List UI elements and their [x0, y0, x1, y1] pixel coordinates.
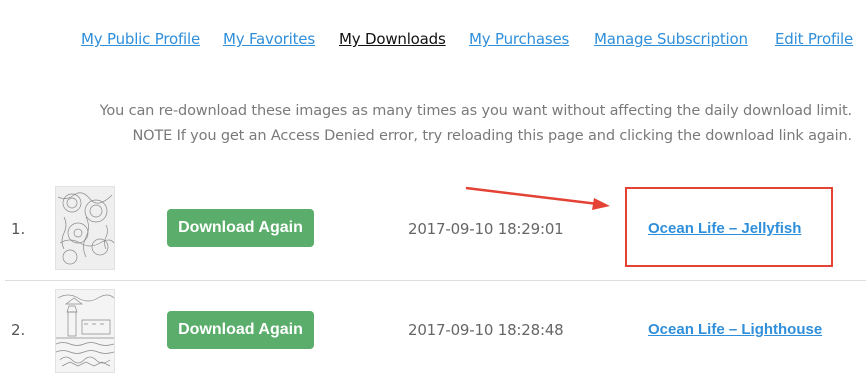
annotation-arrow-icon [465, 186, 610, 210]
